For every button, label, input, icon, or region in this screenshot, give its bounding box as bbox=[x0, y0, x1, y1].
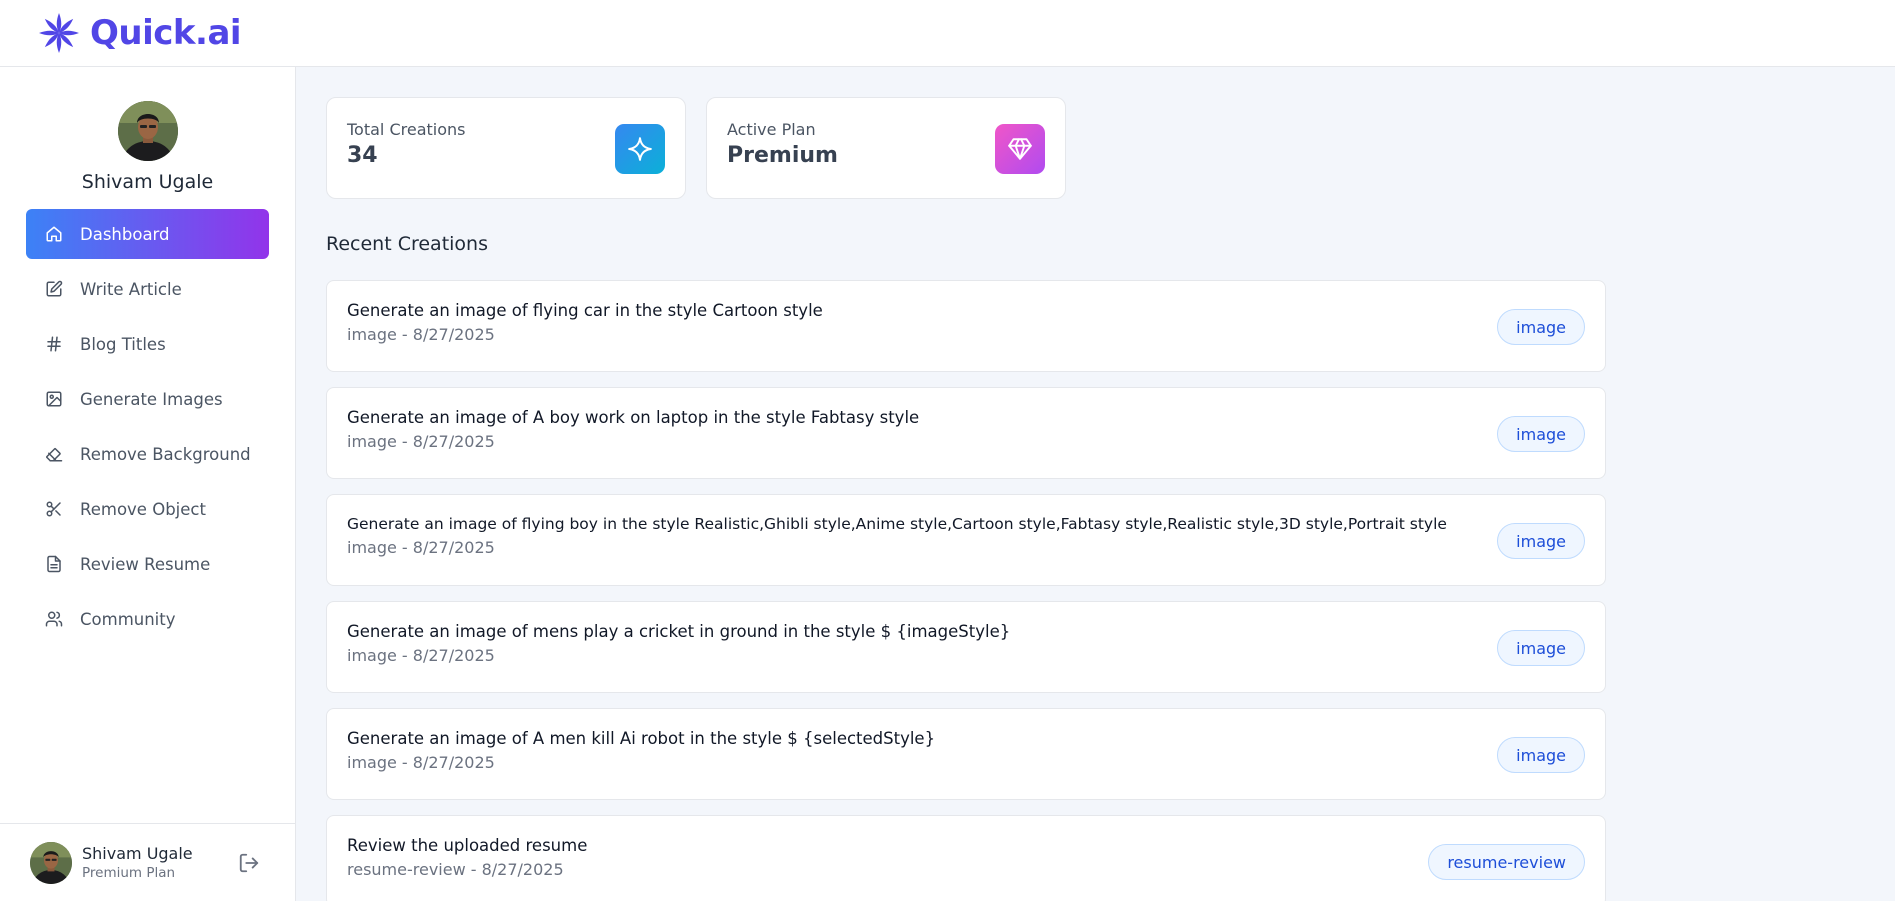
sidebar-item-blog-titles[interactable]: Blog Titles bbox=[26, 319, 269, 369]
sidebar-item-write-article[interactable]: Write Article bbox=[26, 264, 269, 314]
sidebar-item-community[interactable]: Community bbox=[26, 594, 269, 644]
logo-star-icon bbox=[36, 10, 82, 56]
recent-creations-title: Recent Creations bbox=[326, 233, 488, 255]
hash-icon bbox=[44, 334, 64, 354]
footer-user-plan: Premium Plan bbox=[82, 865, 176, 881]
sidebar-item-label: Review Resume bbox=[80, 554, 211, 574]
footer-avatar[interactable] bbox=[30, 841, 72, 884]
type-badge: resume-review bbox=[1428, 844, 1585, 880]
edit-icon bbox=[44, 279, 64, 299]
list-item[interactable]: Generate an image of mens play a cricket… bbox=[326, 601, 1606, 693]
creation-meta: image - 8/27/2025 bbox=[347, 432, 495, 451]
gem-icon bbox=[995, 124, 1045, 174]
recent-creations-list: Generate an image of flying car in the s… bbox=[326, 280, 1606, 901]
creation-prompt: Generate an image of flying car in the s… bbox=[347, 301, 823, 320]
image-icon bbox=[44, 389, 64, 409]
list-item[interactable]: Generate an image of flying boy in the s… bbox=[326, 494, 1606, 586]
creation-meta: image - 8/27/2025 bbox=[347, 646, 495, 665]
creation-meta: resume-review - 8/27/2025 bbox=[347, 860, 564, 879]
sidebar: Shivam Ugale Dashboard Write Article Blo… bbox=[0, 67, 296, 901]
sidebar-item-dashboard[interactable]: Dashboard bbox=[26, 209, 269, 259]
stat-card-active-plan: Active Plan Premium bbox=[706, 97, 1066, 199]
list-item[interactable]: Generate an image of A boy work on lapto… bbox=[326, 387, 1606, 479]
type-badge: image bbox=[1497, 630, 1585, 666]
sidebar-item-label: Blog Titles bbox=[80, 334, 166, 354]
type-badge: image bbox=[1497, 309, 1585, 345]
main-content: Total Creations 34 Active Plan Premium R… bbox=[296, 67, 1895, 901]
sidebar-item-label: Write Article bbox=[80, 279, 182, 299]
file-text-icon bbox=[44, 554, 64, 574]
sidebar-item-remove-object[interactable]: Remove Object bbox=[26, 484, 269, 534]
sidebar-item-label: Dashboard bbox=[80, 224, 170, 244]
sidebar-item-label: Community bbox=[80, 609, 176, 629]
creation-meta: image - 8/27/2025 bbox=[347, 753, 495, 772]
app-name: Quick.ai bbox=[90, 13, 242, 53]
users-icon bbox=[44, 609, 64, 629]
sidebar-item-generate-images[interactable]: Generate Images bbox=[26, 374, 269, 424]
avatar bbox=[117, 101, 178, 161]
creation-prompt: Generate an image of flying boy in the s… bbox=[347, 515, 1447, 533]
home-icon bbox=[44, 224, 64, 244]
type-badge: image bbox=[1497, 737, 1585, 773]
creation-prompt: Review the uploaded resume bbox=[347, 836, 588, 855]
logout-icon[interactable] bbox=[238, 852, 260, 874]
footer-user-info: Shivam Ugale Premium Plan bbox=[82, 844, 193, 881]
type-badge: image bbox=[1497, 523, 1585, 559]
creation-prompt: Generate an image of A men kill Ai robot… bbox=[347, 729, 936, 748]
sidebar-user-footer: Shivam Ugale Premium Plan bbox=[0, 823, 295, 901]
sidebar-item-label: Generate Images bbox=[80, 389, 223, 409]
sparkle-icon bbox=[615, 124, 665, 174]
profile-name: Shivam Ugale bbox=[81, 171, 214, 193]
list-item[interactable]: Generate an image of flying car in the s… bbox=[326, 280, 1606, 372]
creation-prompt: Generate an image of mens play a cricket… bbox=[347, 622, 1011, 641]
creation-meta: image - 8/27/2025 bbox=[347, 325, 495, 344]
stat-cards: Total Creations 34 Active Plan Premium bbox=[326, 97, 1066, 199]
profile-section: Shivam Ugale bbox=[0, 67, 295, 193]
sidebar-item-review-resume[interactable]: Review Resume bbox=[26, 539, 269, 589]
footer-user-name: Shivam Ugale bbox=[82, 844, 193, 863]
list-item[interactable]: Generate an image of A men kill Ai robot… bbox=[326, 708, 1606, 800]
stat-card-total-creations: Total Creations 34 bbox=[326, 97, 686, 199]
app-logo[interactable]: Quick.ai bbox=[36, 10, 242, 56]
list-item[interactable]: Review the uploaded resume resume-review… bbox=[326, 815, 1606, 901]
type-badge: image bbox=[1497, 416, 1585, 452]
sidebar-item-remove-background[interactable]: Remove Background bbox=[26, 429, 269, 479]
creation-prompt: Generate an image of A boy work on lapto… bbox=[347, 408, 920, 427]
sidebar-item-label: Remove Object bbox=[80, 499, 206, 519]
sidebar-item-label: Remove Background bbox=[80, 444, 251, 464]
creation-meta: image - 8/27/2025 bbox=[347, 538, 495, 557]
sidebar-nav: Dashboard Write Article Blog Titles Gene… bbox=[0, 209, 295, 644]
top-bar: Quick.ai bbox=[0, 0, 1895, 67]
eraser-icon bbox=[44, 444, 64, 464]
scissors-icon bbox=[44, 499, 64, 519]
